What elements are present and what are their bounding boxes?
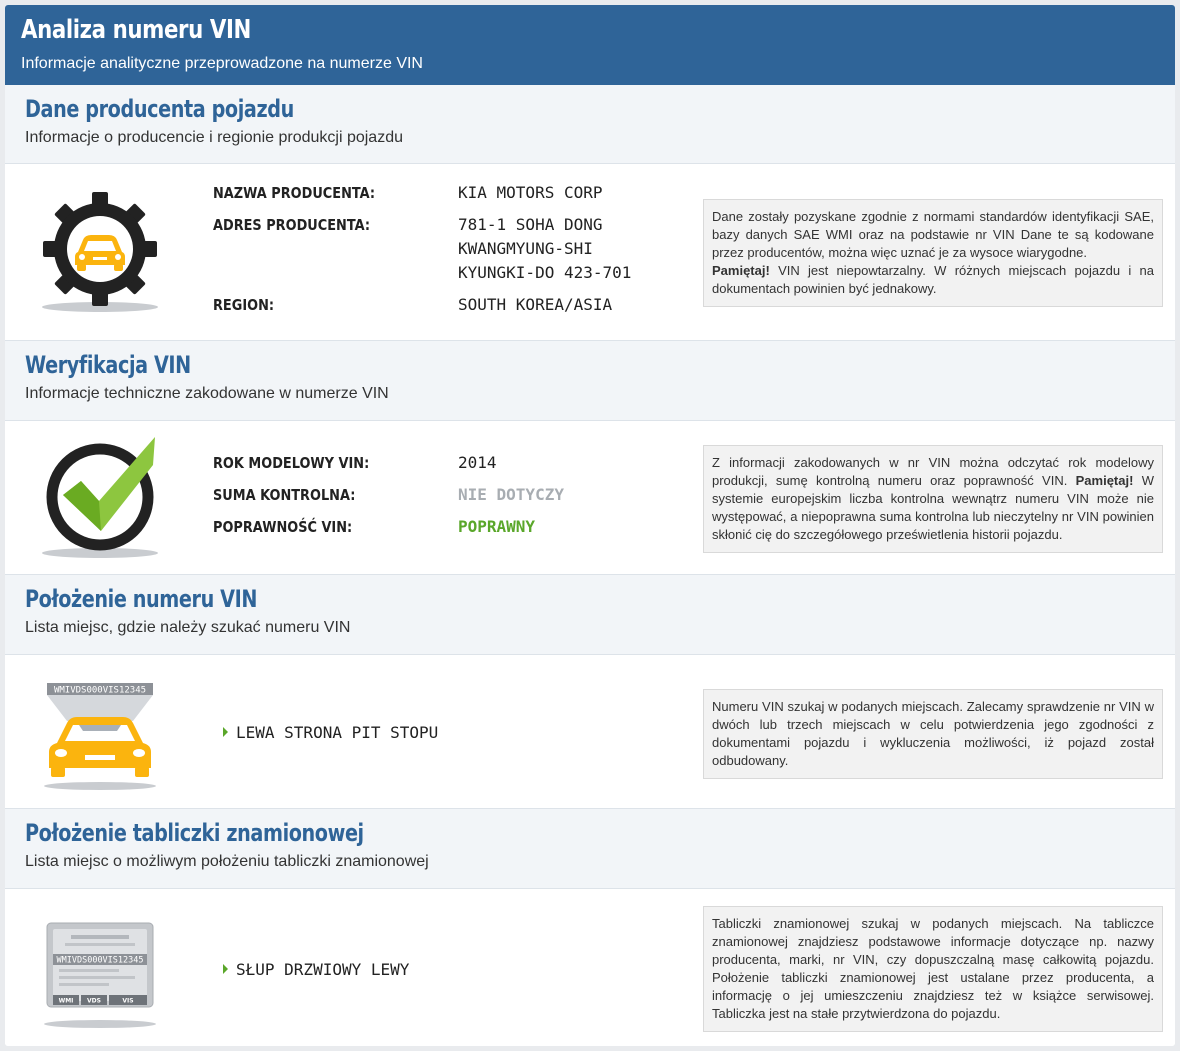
gear-car-icon [42,192,158,312]
nameplate-location-text: SŁUP DRZWIOWY LEWY [236,960,410,979]
page-subtitle: Informacje analityczne przeprowadzone na… [21,55,423,72]
plate-vin-text: WMIVDS000VIS12345 [57,956,144,966]
section-title: Dane producenta pojazdu [25,95,294,123]
manufacturer-info-note: Dane zostały pozyskane zgodnie z normami… [703,199,1163,307]
manufacturer-address-line3: KYUNGKI-DO 423-701 [458,263,632,282]
manufacturer-address-line1: 781-1 SOHA DONG [458,215,603,234]
vin-location-note: Numeru VIN szukaj w podanych miejscach. … [703,689,1163,779]
section-body-nameplate-location: WMIVDS000VIS12345 WMI VDS VIS SŁUP DRZWI… [5,889,1175,1046]
plate-wmi-text: WMI [59,998,74,1005]
section-header-verification: Weryfikacja VIN Informacje techniczne za… [5,340,1175,421]
vin-analysis-panel: Analiza numeru VIN Informacje analityczn… [5,5,1175,1046]
section-title: Położenie numeru VIN [25,585,257,613]
region-value: SOUTH KOREA/ASIA [458,295,613,314]
vin-location-text: LEWA STRONA PIT STOPU [236,723,439,742]
note-text: Numeru VIN szukaj w podanych miejscach. … [712,699,1154,768]
note-text: Tabliczki znamionowej szukaj w podanych … [712,916,1154,1021]
note-bold: Pamiętaj! [1075,473,1134,488]
note-bold: Pamiętaj! [712,263,770,278]
page-title: Analiza numeru VIN [21,15,251,45]
note-text: Dane zostały pozyskane zgodnie z normami… [712,209,1154,260]
nameplate-icon: WMIVDS000VIS12345 WMI VDS VIS [44,922,156,1028]
manufacturer-name-value: KIA MOTORS CORP [458,183,603,202]
vin-strip-text: WMIVDS000VIS12345 [54,686,146,696]
manufacturer-address-label: ADRES PRODUCENTA: [213,216,371,234]
note-after: VIN jest niepowtarzalny. W różnych miejs… [712,263,1154,296]
panel-header: Analiza numeru VIN Informacje analityczn… [5,5,1175,85]
checkmark-icon [42,437,158,558]
section-body-vin-location: WMIVDS000VIS12345 LEWA STRONA PIT STOPU … [5,655,1175,808]
section-body-manufacturer: NAZWA PRODUCENTA: KIA MOTORS CORP ADRES … [5,164,1175,341]
section-header-manufacturer: Dane producenta pojazdu Informacje o pro… [5,85,1175,164]
manufacturer-name-label: NAZWA PRODUCENTA: [213,184,376,202]
section-header-nameplate-location: Położenie tabliczki znamionowej Lista mi… [5,808,1175,889]
vin-location-item: LEWA STRONA PIT STOPU [223,723,438,742]
section-subtitle: Informacje techniczne zakodowane w numer… [25,385,389,402]
arrow-right-icon [223,964,228,974]
region-label: REGION: [213,296,275,314]
model-year-value: 2014 [458,453,497,472]
plate-vds-text: VDS [87,998,101,1005]
arrow-right-icon [223,727,228,737]
model-year-label: ROK MODELOWY VIN: [213,454,370,472]
section-header-vin-location: Położenie numeru VIN Lista miejsc, gdzie… [5,574,1175,655]
nameplate-location-item: SŁUP DRZWIOWY LEWY [223,960,409,979]
section-subtitle: Lista miejsc, gdzie należy szukać numeru… [25,619,351,636]
section-title: Weryfikacja VIN [25,351,191,379]
car-windshield-vin-icon: WMIVDS000VIS12345 [44,683,156,790]
section-subtitle: Lista miejsc o możliwym położeniu tablic… [25,853,429,870]
section-title: Położenie tabliczki znamionowej [25,819,364,847]
vin-validity-value: POPRAWNY [458,517,536,536]
section-subtitle: Informacje o producencie i regionie prod… [25,129,403,146]
checksum-label: SUMA KONTROLNA: [213,486,356,504]
checksum-value: NIE DOTYCZY [458,485,564,504]
verification-info-note: Z informacji zakodowanych w nr VIN można… [703,445,1163,553]
nameplate-location-note: Tabliczki znamionowej szukaj w podanych … [703,906,1163,1032]
section-body-verification: ROK MODELOWY VIN: 2014 SUMA KONTROLNA: N… [5,421,1175,574]
plate-vis-text: VIS [122,998,133,1005]
manufacturer-address-line2: KWANGMYUNG-SHI [458,239,593,258]
vin-validity-label: POPRAWNOŚĆ VIN: [213,518,353,536]
